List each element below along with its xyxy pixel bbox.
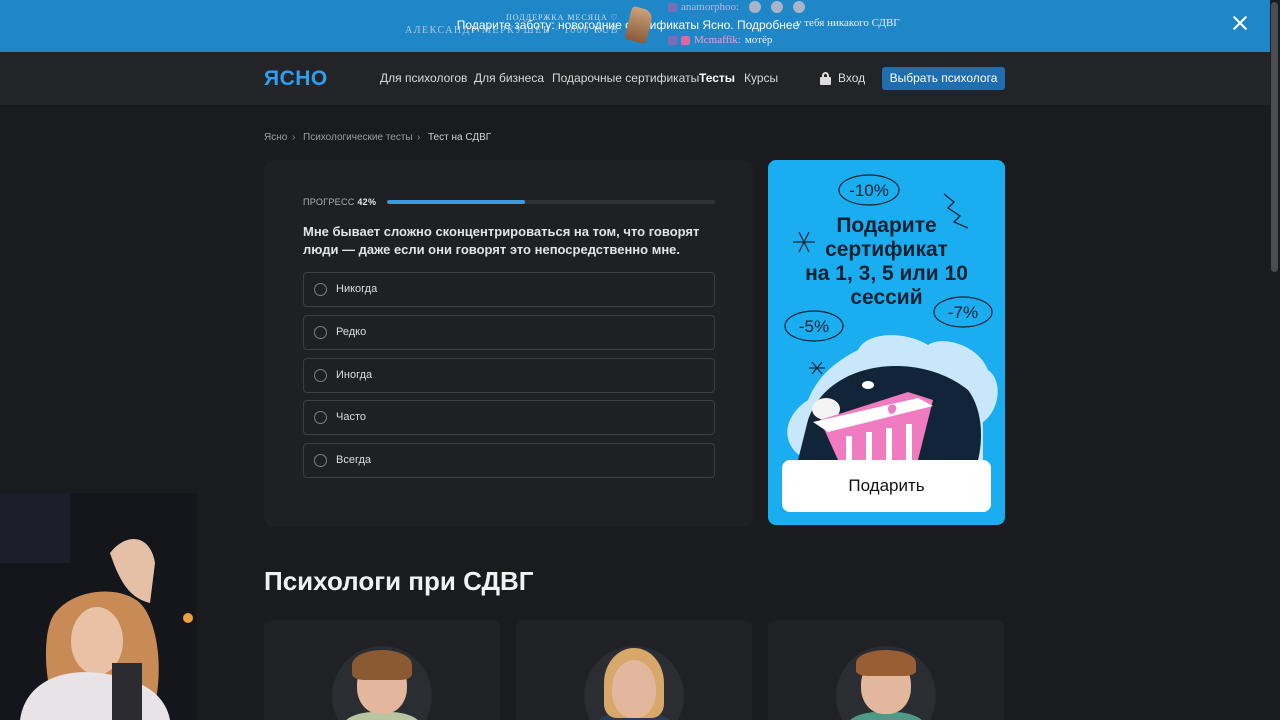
- chat-message: anamorphoo:: [668, 1, 806, 13]
- psychologist-card[interactable]: [768, 620, 1004, 720]
- promo-title-line: сессий: [850, 286, 923, 309]
- gift-certificate-promo[interactable]: -10% -5% -7% Подарите сертификат на 1, 3…: [768, 160, 1005, 525]
- progress-bar: [387, 200, 715, 204]
- breadcrumb-home[interactable]: Ясно: [264, 132, 287, 143]
- scrollbar-thumb[interactable]: [1271, 2, 1278, 272]
- badge-icon: [668, 35, 677, 45]
- webcam-image: [0, 493, 197, 720]
- nav-item-business[interactable]: Для бизнеса: [474, 71, 544, 85]
- webcam-feed: [0, 493, 197, 720]
- discount-label: -5%: [799, 317, 829, 336]
- radio-icon[interactable]: [314, 283, 327, 296]
- answer-label: Часто: [336, 411, 366, 423]
- badge-icon: [668, 2, 677, 12]
- answer-option[interactable]: Всегда: [303, 443, 715, 478]
- promo-title-line: на 1, 3, 5 или 10: [805, 262, 968, 285]
- chevron-right-icon: ›: [417, 132, 421, 143]
- promo-title-line: Подарите: [836, 214, 937, 237]
- section-title: Психологи при СДВГ: [264, 566, 534, 596]
- avatar: [836, 646, 936, 720]
- answer-label: Иногда: [336, 369, 373, 381]
- lock-icon[interactable]: [820, 72, 831, 85]
- overlay-donor: АЛЕКСАНДР МЕРКУШЕВ · 1000 RUB: [405, 25, 619, 36]
- answer-label: Редко: [336, 326, 367, 338]
- nav-item-gift-certificates[interactable]: Подарочные сертификаты: [552, 71, 699, 85]
- chat-text: мотёр: [744, 34, 773, 46]
- answer-option[interactable]: Часто: [303, 400, 715, 435]
- answer-label: Всегда: [336, 454, 372, 466]
- answer-option[interactable]: Иногда: [303, 358, 715, 393]
- quiz-card: ПРОГРЕСС 42% Мне бывает сложно сконцентр…: [264, 160, 753, 527]
- logo[interactable]: ЯСНО: [264, 67, 328, 91]
- nav-item-psychologists[interactable]: Для психологов: [380, 71, 467, 85]
- close-icon[interactable]: [1231, 14, 1249, 32]
- login-link[interactable]: Вход: [838, 71, 865, 85]
- site-header: ЯСНО Для психологов Для бизнеса Подарочн…: [0, 52, 1270, 105]
- chat-message: Mcmaffik: мотёр: [668, 34, 772, 46]
- emote-icon: [793, 1, 806, 13]
- radio-icon[interactable]: [314, 454, 327, 467]
- answer-option[interactable]: Никогда: [303, 272, 715, 307]
- choose-psychologist-button[interactable]: Выбрать психолога: [882, 67, 1005, 90]
- discount-label: -10%: [849, 181, 889, 200]
- chat-user: anamorphoo:: [681, 1, 740, 13]
- psychologist-card[interactable]: [264, 620, 500, 720]
- breadcrumb-tests[interactable]: Психологические тесты: [303, 132, 413, 143]
- question-text: Мне бывает сложно сконцентрироваться на …: [303, 224, 700, 257]
- nav-item-tests[interactable]: Тесты: [699, 71, 735, 85]
- promo-title: Подарите сертификат на 1, 3, 5 или 10 се…: [768, 214, 1005, 310]
- breadcrumb-current: Тест на СДВГ: [428, 132, 492, 143]
- chat-text: у тебя никакого СДВГ: [796, 17, 900, 29]
- heart-badge-icon: [681, 35, 690, 45]
- radio-icon[interactable]: [314, 369, 327, 382]
- chat-user: Mcmaffik:: [694, 34, 741, 46]
- nav-item-courses[interactable]: Курсы: [744, 71, 778, 85]
- progress-label-text: ПРОГРЕСС: [303, 197, 355, 207]
- answer-label: Никогда: [336, 283, 378, 295]
- avatar: [332, 646, 432, 720]
- progress-fill: [387, 200, 525, 204]
- emote-icon: [749, 1, 762, 13]
- chevron-right-icon: ›: [292, 132, 296, 143]
- progress-label: ПРОГРЕСС 42%: [303, 197, 376, 207]
- radio-icon[interactable]: [314, 326, 327, 339]
- psychologist-card[interactable]: [516, 620, 752, 720]
- chat-message: у тебя никакого СДВГ: [796, 17, 900, 29]
- radio-icon[interactable]: [314, 411, 327, 424]
- promo-title-line: сертификат: [825, 238, 948, 261]
- answer-option[interactable]: Редко: [303, 315, 715, 350]
- overlay-support-label: ПОДДЕРЖКА МЕСЯЦА ♡: [506, 13, 619, 22]
- gift-button[interactable]: Подарить: [782, 460, 991, 512]
- progress-value: 42%: [357, 197, 377, 207]
- avatar: [584, 646, 684, 720]
- emote-icon: [771, 1, 784, 13]
